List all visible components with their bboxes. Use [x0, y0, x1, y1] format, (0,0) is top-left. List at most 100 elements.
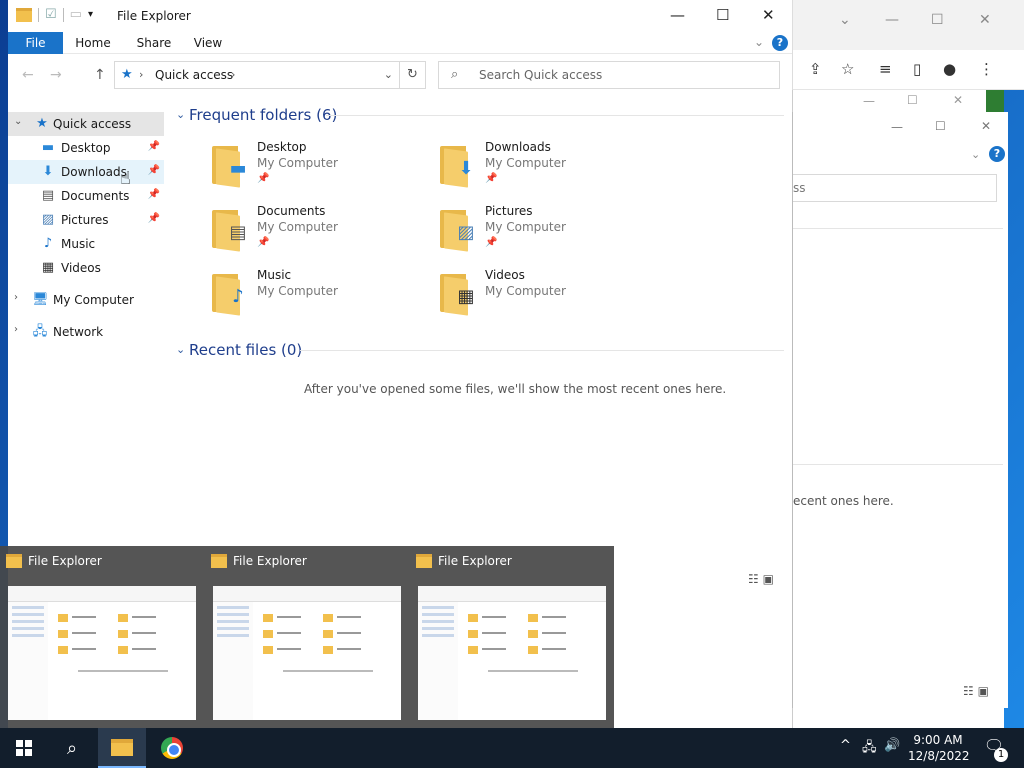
thumbnail-preview[interactable]: File Explorer [410, 546, 610, 724]
tab-file[interactable]: File [8, 32, 63, 54]
recent-files-header[interactable]: ⌄ Recent files (0) [172, 339, 784, 363]
folder-name: Documents [257, 204, 326, 218]
explorer-window-background-3[interactable]: — ☐ ✕ ⌄ ? ss ecent ones here. ☷ ▣ [792, 112, 1008, 708]
sidebar-item-videos[interactable]: ▦ Videos [8, 256, 164, 280]
tab-share[interactable]: Share [134, 32, 174, 54]
search-fragment[interactable]: ss [793, 174, 997, 202]
breadcrumb-chevron-icon[interactable]: › [231, 68, 235, 81]
collapse-chevron-icon[interactable]: ⌄ [176, 343, 185, 356]
sidebar-item-network[interactable]: › 🖧 Network [8, 320, 164, 344]
maximize-icon[interactable]: ☐ [931, 12, 944, 28]
divider [38, 7, 39, 22]
back-button[interactable]: ← [22, 67, 34, 83]
search-button[interactable]: ⌕ [48, 728, 96, 768]
taskbar-file-explorer[interactable] [98, 728, 146, 768]
group-title: Recent files (0) [189, 341, 303, 359]
folder-tile-documents[interactable]: ▤ Documents My Computer 📌 [210, 204, 430, 264]
folder-name: Downloads [485, 140, 551, 154]
chevron-down-icon[interactable]: ⌄ [839, 12, 851, 28]
thumbnail-image[interactable] [418, 586, 606, 720]
pin-icon: 📌 [147, 141, 160, 152]
divider [326, 115, 784, 116]
sidebar-item-music[interactable]: ♪ Music [8, 232, 164, 256]
sidebar-item-desktop[interactable]: ▬ Desktop 📌 [8, 136, 164, 160]
download-arrow-icon: ⬇ [42, 164, 54, 179]
folder-tile-downloads[interactable]: ⬇ Downloads My Computer 📌 [438, 140, 658, 200]
title-bar[interactable]: ☑ ▭ ▾ File Explorer — ☐ ✕ [8, 0, 792, 32]
chevron-down-icon[interactable]: ⌄ [971, 148, 980, 161]
breadcrumb-quick-access[interactable]: Quick access [155, 68, 233, 82]
collapse-chevron-icon[interactable]: ⌄ [14, 116, 22, 127]
search-input[interactable]: Search Quick access [479, 68, 602, 82]
navigation-bar: ← → ↑ ★ › Quick access › ⌄ ↻ ⌕ Search Qu… [8, 54, 792, 96]
close-icon[interactable]: ✕ [953, 93, 963, 107]
minimize-icon[interactable]: — [885, 12, 899, 28]
frequent-folders-header[interactable]: ⌄ Frequent folders (6) [172, 104, 784, 128]
tab-view[interactable]: View [192, 32, 224, 54]
start-button[interactable] [0, 728, 48, 768]
forward-button[interactable]: → [50, 67, 62, 83]
folder-name: Desktop [257, 140, 307, 154]
breadcrumb-chevron-icon[interactable]: › [139, 68, 143, 81]
view-icons[interactable]: ☷ ▣ [963, 684, 989, 698]
properties-icon[interactable]: ☑ [45, 7, 57, 22]
divider [300, 350, 784, 351]
sidepanel-icon[interactable]: ▯ [913, 60, 921, 78]
system-clock[interactable]: 9:00 AM 12/8/2022 [908, 732, 970, 764]
maximize-icon[interactable]: ☐ [935, 119, 946, 133]
folder-pictures-icon: ▨ [438, 210, 482, 252]
share-icon[interactable]: ⇪ [809, 60, 822, 78]
close-button[interactable]: ✕ [762, 6, 775, 24]
close-icon[interactable]: ✕ [981, 119, 991, 133]
maximize-button[interactable]: ☐ [716, 6, 729, 24]
up-button[interactable]: ↑ [94, 67, 106, 83]
folder-tile-pictures[interactable]: ▨ Pictures My Computer 📌 [438, 204, 658, 264]
show-hidden-icons-chevron-icon[interactable]: ^ [840, 738, 851, 753]
tab-home[interactable]: Home [74, 32, 112, 54]
folder-tile-videos[interactable]: ▦ Videos My Computer [438, 268, 658, 328]
sidebar-item-documents[interactable]: ▤ Documents 📌 [8, 184, 164, 208]
network-icon[interactable]: 🖧 [862, 738, 877, 760]
sidebar-item-pictures[interactable]: ▨ Pictures 📌 [8, 208, 164, 232]
profile-icon[interactable]: ● [943, 60, 956, 78]
address-dropdown-icon[interactable]: ⌄ [384, 68, 393, 81]
help-icon[interactable]: ? [989, 146, 1005, 162]
minimize-button[interactable]: — [670, 6, 685, 24]
thumbnail-image[interactable] [213, 586, 401, 720]
minimize-icon[interactable]: — [863, 94, 875, 108]
expand-chevron-icon[interactable]: › [14, 292, 18, 303]
folder-app-icon [111, 738, 133, 756]
customize-toolbar-icon[interactable]: ▾ [88, 9, 93, 20]
sidebar-item-downloads[interactable]: ⬇ Downloads 📌 [8, 160, 164, 184]
search-box[interactable]: ⌕ Search Quick access [438, 61, 780, 89]
new-folder-icon[interactable]: ▭ [70, 7, 82, 22]
star-icon[interactable]: ☆ [841, 60, 854, 78]
maximize-icon[interactable]: ☐ [907, 93, 918, 107]
thumbnail-preview[interactable]: File Explorer [205, 546, 405, 724]
help-icon[interactable]: ? [772, 35, 788, 51]
thumbnail-preview[interactable]: File Explorer [0, 546, 200, 724]
pin-icon: 📌 [147, 189, 160, 200]
address-bar[interactable]: ★ › Quick access › ⌄ [114, 61, 400, 89]
media-icon[interactable]: ≡ [879, 60, 892, 78]
view-toggle-icons[interactable]: ☷ ▣ [748, 572, 774, 586]
collapse-chevron-icon[interactable]: ⌄ [176, 108, 185, 121]
network-icon: 🖧 [32, 324, 48, 339]
chrome-window-background[interactable]: ⌄ — ☐ ✕ ⇪ ☆ ≡ ▯ ● ⋮ [792, 0, 1024, 90]
close-icon[interactable]: ✕ [979, 12, 991, 28]
expand-ribbon-icon[interactable]: ⌄ [754, 35, 764, 49]
action-center-button[interactable]: 🗨 1 [980, 736, 1008, 762]
menu-icon[interactable]: ⋮ [979, 60, 994, 78]
minimize-icon[interactable]: — [891, 120, 903, 134]
sidebar-item-my-computer[interactable]: › 🖥 My Computer [8, 288, 164, 312]
thumbnail-image[interactable] [8, 586, 196, 720]
expand-chevron-icon[interactable]: › [14, 324, 18, 335]
folder-name: Videos [485, 268, 525, 282]
volume-icon[interactable]: 🔊 [884, 738, 900, 753]
taskbar-chrome[interactable] [148, 728, 196, 768]
refresh-button[interactable]: ↻ [400, 61, 426, 89]
sidebar-item-quick-access[interactable]: ⌄ ★ Quick access [8, 112, 164, 136]
folder-tile-music[interactable]: ♪ Music My Computer [210, 268, 430, 328]
folder-tile-desktop[interactable]: ▬ Desktop My Computer 📌 [210, 140, 430, 200]
sidebar-item-label: Downloads [61, 165, 127, 179]
